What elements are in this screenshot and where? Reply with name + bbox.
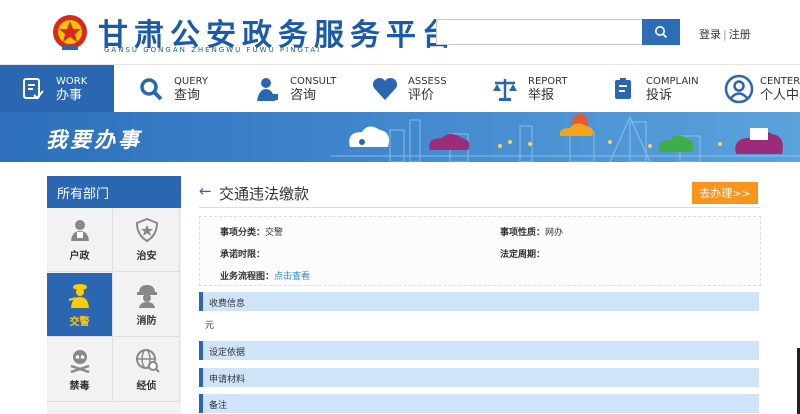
dept-label: 治安 bbox=[136, 251, 157, 262]
item-info-box: 事项分类：交警 事项性质：网办 承诺时限： 法定周期： 业务流程图：点击查看 bbox=[199, 216, 761, 286]
info-key: 承诺时限： bbox=[220, 250, 266, 260]
info-key: 事项性质： bbox=[500, 228, 546, 238]
nav-item-query[interactable]: QUERY 查询 bbox=[136, 65, 208, 113]
section-fee-body: 元 bbox=[205, 321, 215, 331]
info-key: 法定周期： bbox=[500, 250, 546, 260]
dept-jindu[interactable]: 禁毒 bbox=[47, 338, 113, 402]
section-legal-basis: 设定依据 bbox=[199, 341, 759, 360]
sidebar-heading: 所有部门 bbox=[47, 176, 181, 208]
search-icon bbox=[655, 26, 668, 39]
info-category: 事项分类：交警 bbox=[220, 225, 283, 238]
dept-label: 禁毒 bbox=[69, 381, 90, 392]
department-sidebar: 所有部门 户政 治安 交警 消防 禁毒 经侦 bbox=[47, 176, 181, 414]
search-button[interactable] bbox=[642, 19, 680, 45]
nav-label-en: COMPLAIN bbox=[646, 76, 699, 87]
info-key: 事项分类： bbox=[220, 228, 266, 238]
nav-item-report[interactable]: REPORT 举报 bbox=[490, 65, 568, 113]
police-badge-icon bbox=[135, 217, 158, 243]
item-title-bar: ← 交通违法缴款 去办理>> bbox=[199, 180, 761, 208]
nav-label-en: ASSESS bbox=[408, 76, 447, 87]
search-icon bbox=[136, 74, 166, 104]
nav-label-cn: 查询 bbox=[174, 88, 201, 103]
dept-huzheng[interactable]: 户政 bbox=[47, 208, 113, 272]
traffic-police-icon bbox=[68, 284, 89, 308]
banner-title: 我要办事 bbox=[46, 128, 142, 152]
site-header: 甘肃公安政务服务平台 GANSU GONGAN ZHENGWU FUWU PIN… bbox=[0, 0, 800, 64]
nav-label-en: REPORT bbox=[528, 76, 568, 87]
section-fee-info: 收费信息 bbox=[199, 292, 759, 311]
auth-separator: | bbox=[723, 28, 727, 41]
search-input[interactable] bbox=[436, 19, 642, 45]
nav-item-work[interactable]: WORK 办事 bbox=[0, 65, 114, 113]
info-legal-period: 法定周期： bbox=[500, 247, 545, 260]
dept-jingzhen[interactable]: 经侦 bbox=[114, 338, 180, 402]
info-key: 业务流程图： bbox=[220, 272, 275, 282]
register-link[interactable]: 注册 bbox=[729, 28, 751, 41]
nav-label-cn: 咨询 bbox=[290, 88, 317, 103]
section-materials: 申请材料 bbox=[199, 368, 759, 387]
item-title: 交通违法缴款 bbox=[219, 185, 310, 203]
nav-label-cn: 投诉 bbox=[646, 88, 673, 103]
police-emblem-icon bbox=[53, 15, 87, 50]
heart-icon bbox=[370, 74, 400, 104]
consult-person-icon bbox=[252, 74, 282, 104]
go-handle-button[interactable]: 去办理>> bbox=[692, 182, 758, 204]
nav-label-en: QUERY bbox=[174, 76, 208, 87]
nav-label-en: CONSULT bbox=[290, 76, 337, 87]
nav-label-cn: 个人中心 bbox=[760, 88, 800, 103]
page-banner: 我要办事 bbox=[0, 112, 800, 162]
nav-label-cn: 举报 bbox=[528, 88, 555, 103]
scale-icon bbox=[490, 74, 520, 104]
user-icon bbox=[724, 74, 754, 104]
section-remarks: 备注 bbox=[199, 394, 759, 413]
firefighter-icon bbox=[136, 285, 157, 308]
info-promise-time: 承诺时限： bbox=[220, 247, 265, 260]
dept-label: 交警 bbox=[69, 317, 90, 328]
skull-icon bbox=[70, 350, 89, 373]
globe-search-icon bbox=[135, 349, 160, 373]
auth-links: 登录 | 注册 bbox=[699, 26, 751, 42]
nav-item-complain[interactable]: COMPLAIN 投诉 bbox=[608, 65, 699, 113]
dept-label: 经侦 bbox=[136, 381, 157, 392]
nav-label-cn: 评价 bbox=[408, 88, 435, 103]
nav-label-en: CENTER bbox=[760, 76, 800, 87]
document-check-icon bbox=[18, 74, 48, 104]
nav-label-en: WORK bbox=[56, 76, 88, 87]
nav-item-center[interactable]: CENTER个人中心 bbox=[724, 65, 800, 113]
view-flowchart-link[interactable]: 点击查看 bbox=[274, 272, 310, 282]
info-nature: 事项性质：网办 bbox=[500, 225, 563, 238]
dept-label: 消防 bbox=[136, 316, 157, 327]
login-link[interactable]: 登录 bbox=[699, 28, 721, 41]
dept-label: 户政 bbox=[69, 251, 90, 262]
city-skyline-illustration bbox=[330, 114, 800, 162]
dept-xiaofang[interactable]: 消防 bbox=[114, 273, 180, 337]
nav-item-assess[interactable]: ASSESS 评价 bbox=[370, 65, 447, 113]
info-value: 交警 bbox=[265, 228, 284, 238]
dept-jiaojing[interactable]: 交警 bbox=[47, 273, 113, 337]
main-nav: WORK 办事 QUERY 查询 CONSULT 咨询 ASSESS 评价 REPORT… bbox=[0, 64, 800, 113]
household-person-icon bbox=[70, 220, 89, 241]
site-title-pinyin: GANSU GONGAN ZHENGWU FUWU PINGTAI bbox=[104, 46, 322, 54]
dept-zhian[interactable]: 治安 bbox=[114, 208, 180, 272]
nav-item-consult[interactable]: CONSULT 咨询 bbox=[252, 65, 336, 113]
nav-label-cn: 办事 bbox=[56, 88, 83, 103]
info-flowchart: 业务流程图：点击查看 bbox=[220, 269, 310, 282]
back-arrow-icon[interactable]: ← bbox=[199, 182, 212, 200]
info-value: 网办 bbox=[545, 228, 564, 238]
clipboard-icon bbox=[608, 74, 638, 104]
